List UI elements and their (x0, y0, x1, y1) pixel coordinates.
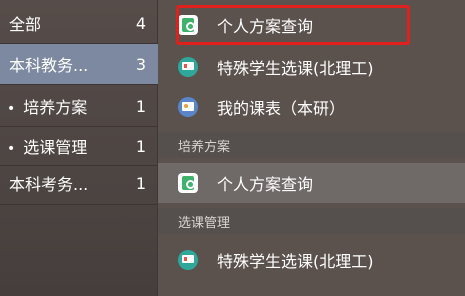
sidebar-item-label: 全部 (9, 15, 42, 34)
divider (0, 84, 158, 85)
app-row-personal-plan[interactable]: 个人方案查询 (158, 163, 465, 203)
plan-icon (178, 173, 198, 193)
category-sidebar: 全部 4 本科教务... 3 培养方案 1 选课管理 1 本科考务... 1 (0, 0, 158, 296)
app-row-special-course[interactable]: 特殊学生选课(北理工) (158, 47, 465, 87)
sidebar-item-all[interactable]: 全部 4 (0, 3, 158, 43)
timetable-icon (178, 97, 198, 117)
sidebar-item-undergrad-exams[interactable]: 本科考务... 1 (0, 163, 158, 203)
sidebar-item-count: 1 (135, 173, 146, 193)
sidebar-item-undergrad-affairs[interactable]: 本科教务... 3 (0, 44, 158, 84)
section-title: 选课管理 (178, 215, 231, 231)
special-course-icon (178, 57, 198, 77)
app-row-label: 特殊学生选课(北理工) (217, 59, 374, 78)
sidebar-item-label: 培养方案 (7, 94, 87, 118)
app-list: 个人方案查询 特殊学生选课(北理工) 我的课表（本研） 培养方案 个人方案查询 … (158, 0, 465, 296)
app-row-timetable[interactable]: 我的课表（本研） (158, 87, 465, 127)
highlight-box (176, 5, 410, 45)
sidebar-item-count: 1 (135, 136, 146, 156)
sidebar-item-label: 本科教务... (9, 56, 89, 75)
sidebar-item-label: 本科考务... (9, 175, 89, 194)
divider (0, 204, 158, 205)
section-header-training-plan: 培养方案 (158, 132, 465, 158)
app-row-label: 我的课表（本研） (217, 99, 346, 118)
sidebar-item-label: 选课管理 (7, 134, 87, 158)
app-row-label: 特殊学生选课(北理工) (217, 252, 374, 271)
special-course-icon (178, 250, 198, 270)
app-row-label: 个人方案查询 (217, 175, 314, 194)
sidebar-item-count: 1 (135, 96, 146, 116)
sidebar-item-course-selection[interactable]: 选课管理 1 (0, 126, 158, 166)
app-row-special-course[interactable]: 特殊学生选课(北理工) (158, 240, 465, 280)
sidebar-item-training-plan[interactable]: 培养方案 1 (0, 86, 158, 126)
app-window: 全部 4 本科教务... 3 培养方案 1 选课管理 1 本科考务... 1 个… (0, 0, 465, 296)
section-header-course-selection: 选课管理 (158, 208, 465, 234)
sidebar-item-count: 4 (135, 13, 146, 33)
sidebar-item-count: 3 (135, 54, 146, 74)
section-title: 培养方案 (178, 139, 231, 155)
